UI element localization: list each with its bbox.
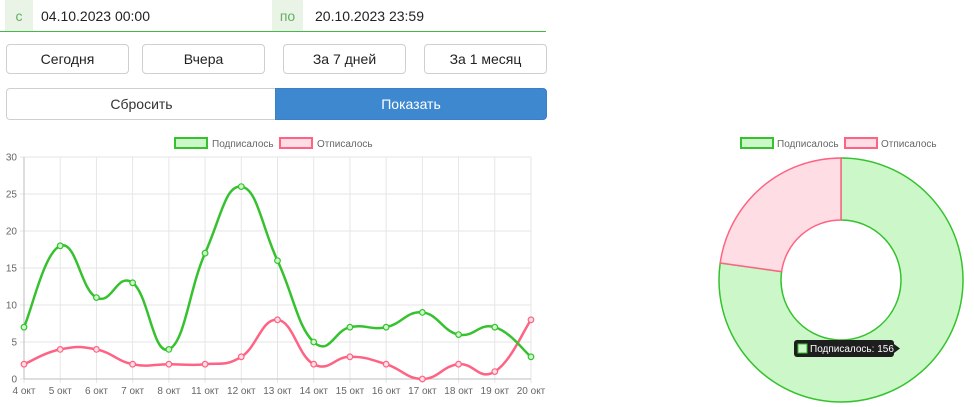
donut-slice-1 — [719, 157, 842, 273]
legend-label: Подписалось — [777, 139, 839, 150]
donut-chart: Подписалось Отписалось Подписалось: 156 — [718, 137, 964, 403]
legend-swatch — [844, 137, 878, 149]
legend-label: Отписалось — [881, 139, 937, 150]
tooltip-label: Подписалось: 156 — [810, 344, 894, 355]
legend-swatch — [740, 137, 774, 149]
tooltip-swatch — [797, 343, 808, 354]
